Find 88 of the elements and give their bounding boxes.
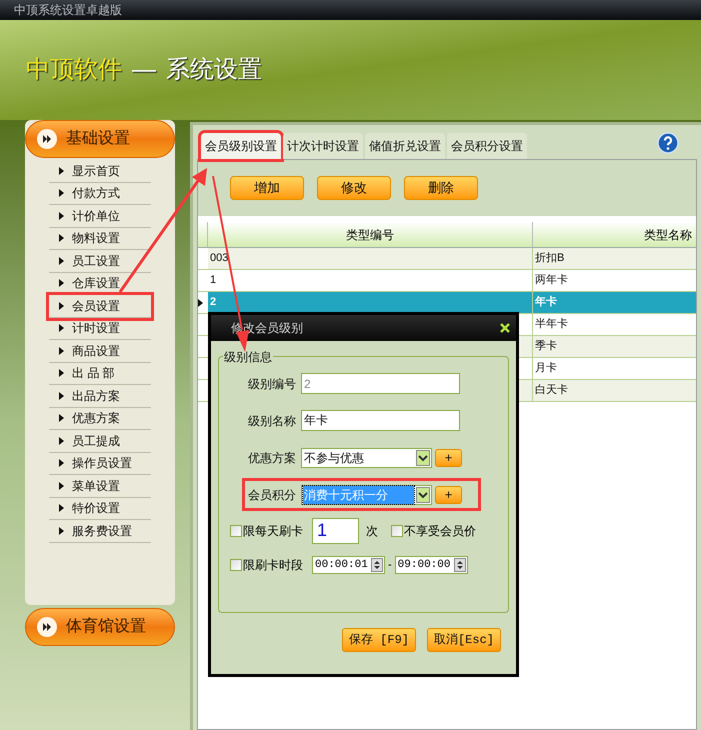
dialog-button[interactable]: 保存 [F9] (342, 628, 416, 652)
table-cell-text: 2 (210, 295, 216, 310)
sidebar-item[interactable]: 服务费设置 (49, 520, 151, 542)
table-cell-text: 月卡 (535, 361, 557, 376)
section-header-button[interactable]: 基础设置 (25, 120, 175, 158)
triangle-icon (59, 212, 64, 220)
triangle-icon (59, 414, 64, 422)
tab[interactable]: 储值折兑设置 (365, 133, 445, 159)
triangle-icon (59, 324, 64, 332)
toolbar-button[interactable]: 修改 (317, 176, 391, 200)
table-cell-text: 1 (210, 273, 216, 288)
brand-name: 中顶软件 (26, 55, 122, 85)
triangle-icon (59, 256, 64, 265)
table-cell-text: 003 (210, 251, 228, 266)
range-dash: - (388, 558, 392, 573)
dialog-button[interactable]: 取消[Esc] (427, 628, 501, 652)
sidebar-item[interactable]: 物料设置 (49, 228, 151, 250)
spinner-icon[interactable] (454, 558, 466, 572)
triangle-icon (59, 436, 64, 445)
checkbox[interactable] (230, 524, 242, 536)
checkbox[interactable] (391, 524, 403, 536)
sidebar-item[interactable]: 优惠方案 (49, 408, 151, 430)
text-field[interactable]: 年卡 (301, 410, 460, 431)
sidebar-item[interactable]: 仓库设置 (49, 272, 151, 295)
triangle-icon (59, 369, 64, 378)
table-cell-text: 折扣B (535, 251, 564, 266)
sidebar-item[interactable]: 菜单设置 (49, 475, 151, 498)
triangle-icon (59, 346, 64, 355)
table-cell-text: 年卡 (535, 294, 557, 310)
group-title: 级别信息 (223, 348, 273, 366)
field-label: 级别名称 (248, 412, 297, 430)
field-label: 会员积分 (248, 486, 297, 504)
close-icon[interactable] (500, 323, 510, 333)
sidebar-item[interactable]: 出品方案 (49, 385, 151, 408)
tab[interactable]: 计次计时设置 (283, 133, 363, 159)
sidebar-item[interactable]: 付款方式 (49, 182, 151, 205)
dropdown[interactable]: 不参与优惠 (301, 448, 432, 468)
toolbar-button[interactable]: 增加 (230, 176, 304, 200)
time-field[interactable]: 00:00:01 (312, 556, 385, 574)
window-title: 中顶系统设置卓越版 (14, 2, 122, 19)
tab[interactable]: 会员级别设置 (201, 133, 281, 159)
field-label: 级别编号 (248, 376, 297, 392)
sidebar-item[interactable]: 特价设置 (49, 498, 151, 520)
add-button[interactable]: + (435, 486, 462, 504)
banner-title: 系统设置 (166, 55, 262, 85)
column-header[interactable]: 类型编号 (208, 222, 533, 247)
sidebar-item[interactable]: 员工设置 (49, 250, 151, 272)
checkbox-label: 限刷卡时段 (243, 557, 304, 574)
toolbar-button[interactable]: 删除 (404, 176, 478, 200)
triangle-icon (59, 234, 64, 242)
triangle-icon (59, 526, 64, 535)
table-row[interactable]: 003 折扣B (198, 248, 696, 270)
triangle-icon (59, 392, 64, 400)
sidebar-item[interactable]: 显示首页 (49, 160, 151, 182)
sidebar-item[interactable]: 计价单位 (49, 205, 151, 228)
title-separator: — (132, 55, 156, 85)
triangle-icon (59, 279, 64, 288)
table-cell-text: 白天卡 (535, 383, 568, 398)
table-cell-text: 半年卡 (535, 317, 568, 332)
triangle-icon (59, 166, 64, 175)
row-pointer-icon (198, 298, 203, 306)
triangle-icon (59, 504, 64, 512)
sidebar-item[interactable]: 会员设置 (49, 295, 151, 318)
time-field[interactable]: 09:00:00 (394, 556, 468, 574)
sidebar-item[interactable]: 出 品 部 (49, 362, 151, 385)
add-button[interactable]: + (435, 448, 462, 466)
column-header[interactable]: 类型名称 (533, 222, 696, 247)
table-row[interactable]: 1 两年卡 (198, 270, 696, 292)
sidebar-item[interactable]: 员工提成 (49, 430, 151, 452)
spinner-icon[interactable] (371, 558, 383, 572)
unit-label: 次 (366, 522, 379, 540)
count-field[interactable]: 1 (312, 518, 359, 544)
table-cell-text: 两年卡 (535, 273, 568, 288)
help-icon[interactable] (657, 132, 679, 154)
checkbox-label: 限每天刷卡 (243, 522, 304, 540)
section-header-button[interactable]: 体育馆设置 (25, 608, 175, 646)
sidebar-item[interactable]: 计时设置 (49, 318, 151, 340)
sidebar-item[interactable]: 商品设置 (49, 340, 151, 362)
checkbox[interactable] (230, 559, 242, 571)
checkbox-label: 不享受会员价 (404, 522, 476, 540)
triangle-icon (59, 482, 64, 490)
triangle-icon (59, 189, 64, 198)
tab[interactable]: 会员积分设置 (447, 133, 527, 159)
triangle-icon (59, 459, 64, 468)
triangle-icon (59, 302, 64, 310)
sidebar-item[interactable]: 操作员设置 (49, 452, 151, 475)
field-label: 优惠方案 (248, 450, 297, 466)
table-cell-text: 季卡 (535, 339, 557, 354)
